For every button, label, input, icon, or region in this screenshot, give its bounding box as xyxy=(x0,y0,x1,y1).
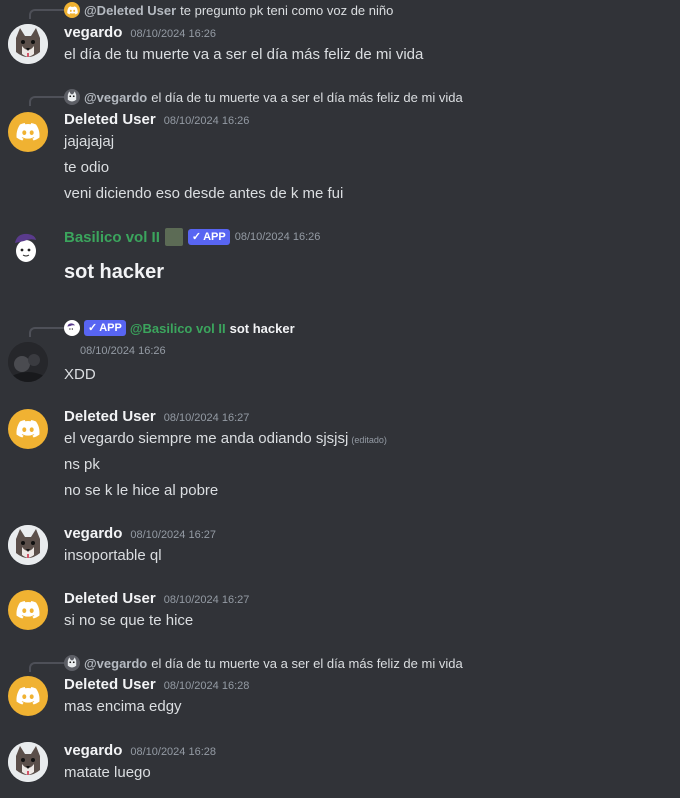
message-text: insoportable ql xyxy=(64,547,162,564)
app-badge-label: APP xyxy=(99,322,122,334)
message-header: Deleted User 08/10/2024 16:28 xyxy=(64,676,249,693)
message-text: ns pk xyxy=(64,456,100,473)
message-header: vegardo 08/10/2024 16:27 xyxy=(64,525,216,542)
message-header: Basilico vol II ✓ APP 08/10/2024 16:26 xyxy=(64,228,320,246)
author-name[interactable]: Deleted User xyxy=(64,408,156,425)
reply-text: el día de tu muerte va a ser el día más … xyxy=(151,89,463,105)
app-badge-label: APP xyxy=(203,231,226,243)
author-name[interactable]: vegardo xyxy=(64,525,122,542)
discord-logo-icon[interactable] xyxy=(8,590,48,630)
app-badge: ✓ APP xyxy=(84,320,126,336)
edited-label: (editado) xyxy=(351,435,387,445)
message: @Deleted User te pregunto pk teni como v… xyxy=(0,0,680,70)
message-text: sot hacker xyxy=(64,261,165,283)
reply-author[interactable]: @Deleted User xyxy=(84,3,176,18)
reply-text: sot hacker xyxy=(229,320,295,336)
reply-text: el día de tu muerte va a ser el día más … xyxy=(151,655,463,671)
author-name[interactable]: Deleted User xyxy=(64,111,156,128)
message-text: veni diciendo eso desde antes de k me fu… xyxy=(64,185,344,202)
app-badge: ✓ APP xyxy=(187,229,230,245)
message-header: Deleted User 08/10/2024 16:26 xyxy=(64,111,249,128)
author-name[interactable]: Deleted User xyxy=(64,590,156,607)
timestamp: 08/10/2024 16:26 xyxy=(130,28,216,40)
timestamp: 08/10/2024 16:28 xyxy=(130,746,216,758)
timestamp: 08/10/2024 16:26 xyxy=(163,115,250,127)
reply-author[interactable]: @Basilico vol II xyxy=(130,321,226,336)
timestamp: 08/10/2024 16:26 xyxy=(234,231,321,243)
message-text-content: el vegardo siempre me anda odiando sjsjs… xyxy=(64,430,349,447)
wolf-avatar xyxy=(64,655,80,671)
message: Deleted User 08/10/2024 16:27 si no se q… xyxy=(0,588,680,638)
discord-logo-icon[interactable] xyxy=(8,112,48,152)
message: vegardo 08/10/2024 16:28 matate luego xyxy=(0,740,680,798)
reply-preview[interactable]: @Deleted User te pregunto pk teni como v… xyxy=(64,1,393,19)
message: @vegardo el día de tu muerte va a ser el… xyxy=(0,88,680,208)
message-text: XDD xyxy=(64,366,96,383)
message: Basilico vol II ✓ APP 08/10/2024 16:26 s… xyxy=(0,225,680,295)
message: @vegardo el día de tu muerte va a ser el… xyxy=(0,654,680,724)
role-icon xyxy=(164,228,183,246)
timestamp: 08/10/2024 16:27 xyxy=(163,412,250,424)
message-text: el día de tu muerte va a ser el día más … xyxy=(64,46,424,63)
discord-logo-icon[interactable] xyxy=(8,409,48,449)
author-name[interactable]: Deleted User xyxy=(64,676,156,693)
check-icon: ✓ xyxy=(191,231,202,243)
message-header: vegardo 08/10/2024 16:26 xyxy=(64,24,216,41)
discord-logo-icon xyxy=(64,2,80,18)
avatar[interactable] xyxy=(8,342,48,382)
message-text: te odio xyxy=(64,159,110,176)
timestamp: 08/10/2024 16:28 xyxy=(163,680,250,692)
message: vegardo 08/10/2024 16:27 insoportable ql xyxy=(0,523,680,573)
message-text: no se k le hice al pobre xyxy=(64,482,219,499)
author-name[interactable]: vegardo xyxy=(64,742,122,759)
reply-author[interactable]: @vegardo xyxy=(84,90,147,105)
message-text: el vegardo siempre me anda odiando sjsjs… xyxy=(64,430,387,447)
timestamp: 08/10/2024 16:27 xyxy=(130,529,216,541)
check-icon: ✓ xyxy=(88,322,98,334)
reply-author[interactable]: @vegardo xyxy=(84,656,147,671)
author-name[interactable]: Basilico vol II xyxy=(64,229,160,246)
wolf-avatar[interactable] xyxy=(8,525,48,565)
message-text: jajajajaj xyxy=(64,133,115,150)
reply-preview[interactable]: ✓ APP @Basilico vol II sot hacker xyxy=(64,319,295,337)
message-text: si no se que te hice xyxy=(64,612,194,629)
reply-preview[interactable]: @vegardo el día de tu muerte va a ser el… xyxy=(64,654,463,672)
message-header: 08/10/2024 16:26 xyxy=(80,345,166,357)
reply-preview[interactable]: @vegardo el día de tu muerte va a ser el… xyxy=(64,88,463,106)
discord-logo-icon[interactable] xyxy=(8,676,48,716)
wolf-avatar xyxy=(64,89,80,105)
reply-text: te pregunto pk teni como voz de niño xyxy=(180,2,394,18)
message-header: Deleted User 08/10/2024 16:27 xyxy=(64,408,249,425)
timestamp: 08/10/2024 16:27 xyxy=(163,594,250,606)
basil-avatar xyxy=(64,320,80,336)
wolf-avatar[interactable] xyxy=(8,24,48,64)
basil-avatar[interactable] xyxy=(8,227,48,267)
timestamp: 08/10/2024 16:26 xyxy=(80,345,166,357)
message: Deleted User 08/10/2024 16:27 el vegardo… xyxy=(0,406,680,506)
message-header: Deleted User 08/10/2024 16:27 xyxy=(64,590,249,607)
message-header: vegardo 08/10/2024 16:28 xyxy=(64,742,216,759)
author-name[interactable]: vegardo xyxy=(64,24,122,41)
message-text: mas encima edgy xyxy=(64,698,182,715)
message-text: matate luego xyxy=(64,764,151,781)
wolf-avatar[interactable] xyxy=(8,742,48,782)
message: ✓ APP @Basilico vol II sot hacker 08/10/… xyxy=(0,318,680,388)
